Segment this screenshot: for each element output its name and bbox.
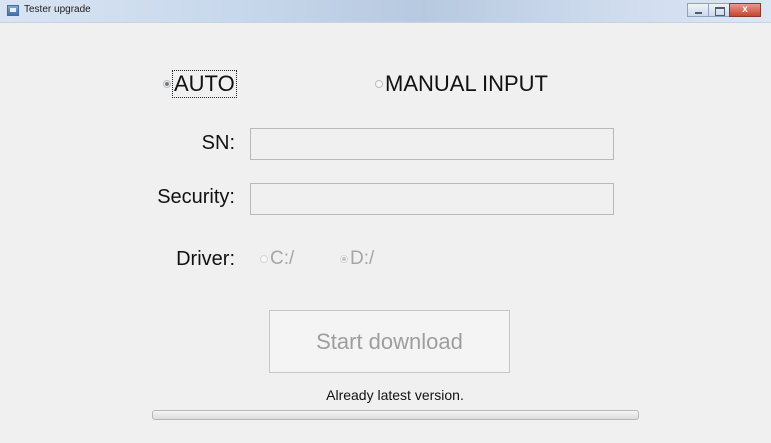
app-window-icon [7, 5, 19, 16]
driver-c-radio-indicator[interactable] [260, 255, 268, 263]
tester-upgrade-window: Tester upgrade x AUTO MANUAL INPUT SN: S… [0, 0, 771, 443]
security-label: Security: [157, 186, 235, 208]
status-message: Already latest version. [326, 387, 464, 403]
auto-radio-label[interactable]: AUTO [172, 70, 237, 98]
close-button[interactable]: x [729, 3, 761, 17]
driver-d-radio[interactable]: D:/ [340, 248, 374, 270]
driver-d-radio-label[interactable]: D:/ [350, 248, 374, 270]
sn-field[interactable] [250, 128, 614, 160]
manual-input-radio-label[interactable]: MANUAL INPUT [385, 71, 548, 97]
manual-input-radio-indicator[interactable] [375, 80, 383, 88]
driver-c-radio[interactable]: C:/ [260, 248, 294, 270]
auto-radio-indicator[interactable] [163, 80, 171, 88]
driver-c-radio-label[interactable]: C:/ [270, 248, 294, 270]
start-download-button[interactable]: Start download [269, 310, 510, 373]
download-progress-bar [152, 410, 639, 420]
title-bar[interactable]: Tester upgrade x [0, 0, 771, 23]
minimize-button[interactable] [687, 3, 709, 17]
driver-d-radio-indicator[interactable] [340, 255, 348, 263]
window-controls: x [687, 3, 761, 17]
sn-label: SN: [201, 132, 235, 154]
maximize-button[interactable] [708, 3, 730, 17]
manual-input-radio[interactable]: MANUAL INPUT [375, 71, 548, 97]
security-field[interactable] [250, 183, 614, 215]
window-title: Tester upgrade [24, 4, 91, 15]
auto-radio[interactable]: AUTO [163, 70, 237, 98]
driver-label: Driver: [176, 248, 235, 270]
